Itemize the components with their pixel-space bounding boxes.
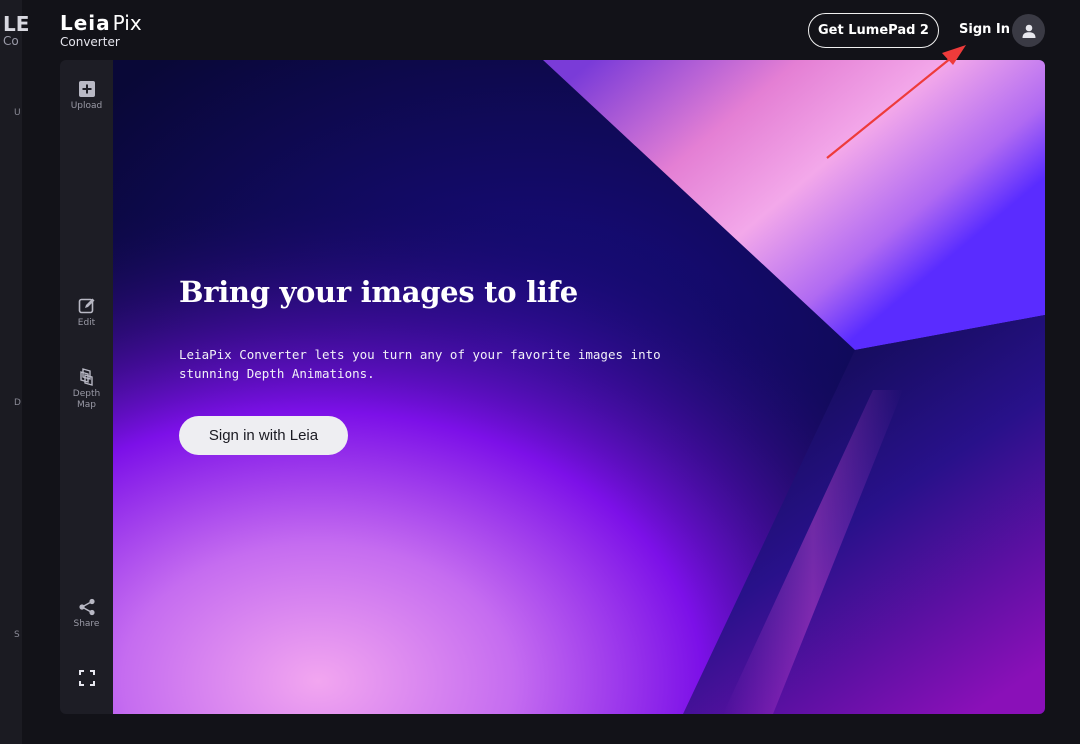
share-icon <box>78 598 95 616</box>
hero-panel: Bring your images to life LeiaPix Conver… <box>113 60 1045 714</box>
background-app-letter: D <box>14 398 21 408</box>
logo-pix-text: Pix <box>112 11 142 35</box>
sidebar-item-share[interactable]: Share <box>60 598 113 630</box>
background-app-strip: LE Co U D S <box>0 0 29 744</box>
sidebar-item-depth-map[interactable]: Depth Map <box>60 368 113 411</box>
sidebar-item-label: Share <box>73 619 100 629</box>
logo-leia-text: Leia <box>60 11 111 35</box>
top-bar: Leia Pix Converter Get LumePad 2 Sign In <box>0 0 1080 60</box>
hero-background-image <box>113 60 1045 714</box>
avatar[interactable] <box>1012 14 1045 47</box>
layers-icon <box>79 368 93 386</box>
hero-title: Bring your images to life <box>179 275 578 309</box>
sidebar-item-edit[interactable]: Edit <box>60 297 113 329</box>
sidebar-item-label: Edit <box>77 318 96 328</box>
edit-icon <box>78 298 94 314</box>
get-lumepad-button[interactable]: Get LumePad 2 <box>808 13 939 48</box>
sidebar-item-label: Upload <box>70 101 103 111</box>
plus-square-icon <box>78 81 95 97</box>
fullscreen-icon <box>78 670 95 686</box>
tool-sidebar: Upload Edit Depth Map Share <box>60 60 113 714</box>
background-app-letter: S <box>14 630 20 640</box>
sidebar-item-fullscreen[interactable] <box>60 669 113 687</box>
background-app-letter: U <box>14 108 21 118</box>
sidebar-item-upload[interactable]: Upload <box>60 80 113 112</box>
logo-subtitle: Converter <box>60 35 120 49</box>
sign-in-link[interactable]: Sign In <box>959 22 1010 37</box>
leiapix-logo[interactable]: Leia Pix Converter <box>60 12 142 49</box>
hero-description: LeiaPix Converter lets you turn any of y… <box>179 347 661 381</box>
sidebar-item-label: Depth Map <box>72 389 101 410</box>
user-icon <box>1022 24 1035 38</box>
sign-in-with-leia-button[interactable]: Sign in with Leia <box>179 416 348 455</box>
